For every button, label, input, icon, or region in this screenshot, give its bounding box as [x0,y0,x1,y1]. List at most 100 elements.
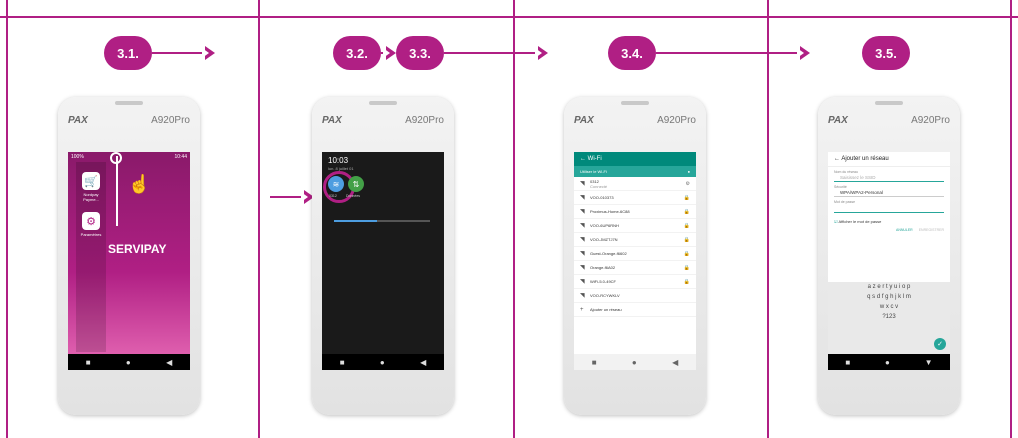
data-tile[interactable]: ⇅ [348,176,364,192]
step-badge-3-4: 3.4. [608,36,656,70]
step-badge-3-5: 3.5. [862,36,910,70]
wifi-signal-icon: ◥ [580,265,585,271]
keyboard-row-3[interactable]: w x c v [828,302,950,312]
lock-icon: 🔒 [683,236,690,243]
home-icon[interactable]: ● [632,358,637,367]
nav-bar: ■ ● ◀ [68,354,190,370]
add-network-label: Ajouter un réseau [590,307,622,312]
wifi-network-row[interactable]: ◥ Orange-f6A02 🔒 [574,261,696,275]
settings-icon[interactable]: ⚙ [686,181,690,187]
ssid-input[interactable]: Saisissez le SSID [834,174,944,182]
recent-apps-icon[interactable]: ■ [86,358,91,367]
plus-icon: + [580,306,584,313]
password-input[interactable] [834,204,944,213]
wifi-network-row[interactable]: ◥ VOO-JMZTJ7N 🔒 [574,233,696,247]
home-icon[interactable]: ● [885,358,890,367]
back-icon[interactable]: ◀ [672,358,678,367]
divider-3 [767,0,769,438]
lock-icon: 🔒 [683,264,690,271]
app-label: Paramètres [80,232,102,237]
brightness-slider[interactable] [334,220,430,222]
app-nordpay[interactable]: 🛒 Nordpay Payme... [78,172,104,202]
device-brand: PAX [322,115,342,126]
network-name: Orange-f6A02 [590,265,616,270]
ssid-label: Nom du réseau [834,170,858,174]
wifi-screen: ← Wi-Fi Utiliser le Wi-Fi ● ◥ 0312 Connect… [574,152,696,370]
nav-bar: ■ ● ◀ [322,354,444,370]
wifi-network-row[interactable]: ◥ Guest-Orange-f6602 🔒 [574,247,696,261]
add-network-row[interactable]: + Ajouter un réseau [574,303,696,317]
cancel-button[interactable]: ANNULER [896,228,913,232]
device-model: A920Pro [151,115,190,126]
wifi-signal-icon: ◥ [580,181,585,187]
symbols-key[interactable]: ?123 [882,314,895,320]
security-select[interactable]: WPA/WPA2-Personal [834,189,944,197]
back-icon[interactable]: ▼ [925,358,933,367]
wifi-signal-icon: ◥ [580,209,585,215]
home-icon[interactable]: ● [380,358,385,367]
lock-icon: 🔒 [683,222,690,229]
wifi-toggle-row[interactable]: Utiliser le Wi-Fi ● [574,166,696,177]
wifi-title: Wi-Fi [587,156,602,162]
arrow-line [656,52,806,54]
divider-2 [513,0,515,438]
show-password-label: Afficher le mot de passe [838,219,882,224]
recent-apps-icon[interactable]: ■ [845,358,850,367]
wifi-signal-icon: ◥ [580,195,585,201]
wifi-signal-icon: ◥ [580,251,585,257]
keyboard-row-2[interactable]: q s d f g h j k l m [828,292,950,302]
divider-left [6,0,8,438]
back-arrow-icon[interactable]: ← [580,156,586,162]
keyboard-row-4[interactable]: ?123 [828,312,950,322]
arrow-line [444,52,544,54]
arrow-head-icon [202,46,215,60]
instruction-panel: 3.1. 3.2. 3.3. 3.4. 3.5. PAX A920Pro 100… [0,0,1018,438]
wifi-network-row[interactable]: ◥ VOO-010373 🔒 [574,191,696,205]
back-icon[interactable]: ◀ [420,358,426,367]
network-name: VOO-JMZTJ7N [590,237,618,242]
app-label: Nordpay Payme... [83,192,99,202]
status-battery: 100% [71,153,84,160]
show-password-checkbox[interactable]: ☑ Afficher le mot de passe [828,213,950,224]
device-step-3-5: PAX A920Pro ← Ajouter un réseau Nom du r… [818,97,960,415]
lock-icon: 🔒 [683,208,690,215]
wifi-network-row[interactable]: ◥ Proximus-Home-6C88 🔒 [574,205,696,219]
device-brand: PAX [574,115,594,126]
network-name: VOO-010373 [590,195,614,200]
home-screen: 100% 10:44 🛒 Nordpay Payme... ⚙ Paramètr… [68,152,190,370]
device-notch [621,101,649,105]
wifi-network-row[interactable]: ◥ WiFi-5.0-49CF 🔒 [574,275,696,289]
network-name: Guest-Orange-f6602 [590,251,627,256]
wifi-signal-icon: ◥ [580,279,585,285]
top-border [0,0,1018,18]
brightness-fill [334,220,378,222]
app-settings[interactable]: ⚙ Paramètres [78,212,104,237]
lock-icon: 🔒 [683,250,690,257]
home-icon[interactable]: ● [126,358,131,367]
dialog-actions: ANNULER ENREGISTRER [828,224,950,236]
arrow-head-icon [797,46,810,60]
toggle-switch-icon[interactable]: ● [688,169,690,174]
step-badge-3-2: 3.2. [333,36,381,70]
keyboard[interactable]: a z e r t y u i o p q s d f g h j k l m … [828,282,950,354]
device-notch [115,101,143,105]
wifi-network-row[interactable]: ◥ 0312 Connecté ⚙ [574,177,696,191]
lock-icon: 🔒 [683,194,690,201]
save-button[interactable]: ENREGISTRER [919,228,944,232]
device-model: A920Pro [657,115,696,126]
divider-1 [258,0,260,438]
recent-apps-icon[interactable]: ■ [340,358,345,367]
swipe-down-line [116,156,118,226]
wifi-network-row[interactable]: ◥ VOO-RCYWKLV [574,289,696,303]
device-notch [875,101,903,105]
wifi-network-row[interactable]: ◥ VOO-6UP6RNH 🔒 [574,219,696,233]
recent-apps-icon[interactable]: ■ [592,358,597,367]
device-step-3-1: PAX A920Pro 100% 10:44 🛒 Nordpay Payme..… [58,97,200,415]
back-arrow-icon[interactable]: ← [834,156,840,162]
device-step-3-2: PAX A920Pro 10:03 lun. 8 juillet 01 ≋ 03… [312,97,454,415]
confirm-check-icon[interactable]: ✓ [934,338,946,350]
add-network-app-bar: ← Ajouter un réseau [828,152,950,167]
keyboard-row-1[interactable]: a z e r t y u i o p [828,282,950,292]
back-icon[interactable]: ◀ [166,358,172,367]
wifi-signal-icon: ◥ [580,223,585,229]
